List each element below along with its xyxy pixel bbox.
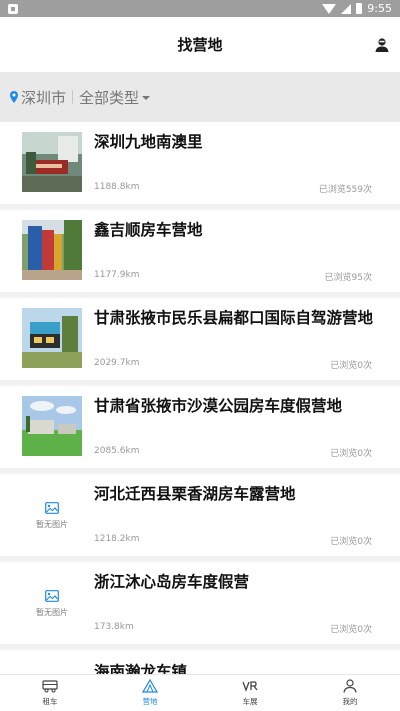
tab-camp[interactable]: 营地	[100, 675, 200, 711]
camp-card[interactable]: 鑫吉顺房车营地 1177.9km 已浏览95次	[0, 210, 400, 292]
tent-icon	[142, 679, 158, 693]
camp-distance: 2029.7km	[94, 358, 140, 368]
camp-thumbnail	[22, 308, 82, 368]
camp-view-count: 已浏览0次	[330, 625, 372, 635]
notification-icon	[8, 3, 18, 14]
image-placeholder-icon	[45, 590, 59, 602]
camp-view-count: 已浏览559次	[318, 185, 372, 195]
no-image-label: 暂无图片	[36, 520, 68, 529]
camp-name: 甘肃张掖市民乐县扁都口国际自驾游营地	[94, 309, 374, 327]
camp-thumbnail	[22, 396, 82, 456]
vr-icon	[242, 681, 258, 692]
type-dropdown[interactable]: 全部类型	[79, 87, 151, 108]
filter-bar: 深圳市 全部类型	[0, 72, 400, 122]
camp-card[interactable]: 海南瀚龙车镇	[0, 650, 400, 674]
camp-card[interactable]: 甘肃张掖市民乐县扁都口国际自驾游营地 2029.7km 已浏览0次	[0, 298, 400, 380]
camp-distance: 1188.8km	[94, 182, 140, 192]
no-image-placeholder: 暂无图片	[22, 580, 82, 628]
camp-view-count: 已浏览0次	[330, 449, 372, 459]
camp-name: 甘肃省张掖市沙漠公园房车度假营地	[94, 397, 343, 415]
tab-label: 车展	[242, 697, 258, 706]
person-icon	[343, 679, 357, 693]
tab-label: 营地	[142, 697, 158, 706]
wifi-icon	[322, 3, 337, 14]
tab-rv-show[interactable]: 车展	[200, 675, 300, 711]
camp-thumbnail	[22, 220, 82, 280]
type-dropdown-label: 全部类型	[79, 88, 140, 107]
tab-mine[interactable]: 我的	[300, 675, 400, 711]
tab-label: 我的	[342, 697, 358, 706]
camp-list[interactable]: 深圳九地南澳里 1188.8km 已浏览559次 鑫吉顺房车营地 1177.9k…	[0, 122, 400, 674]
image-placeholder-icon	[45, 502, 59, 514]
camp-view-count: 已浏览0次	[330, 361, 372, 371]
camp-view-count: 已浏览0次	[330, 537, 372, 547]
camp-card[interactable]: 暂无图片 河北迁西县栗香湖房车露营地 1218.2km 已浏览0次	[0, 474, 400, 556]
camp-distance: 2085.6km	[94, 446, 140, 456]
camp-view-count: 已浏览95次	[324, 273, 372, 283]
camp-distance: 1177.9km	[94, 270, 140, 280]
app-header: 找营地	[0, 17, 400, 72]
camp-name: 深圳九地南澳里	[94, 133, 203, 151]
page-title: 找营地	[177, 36, 223, 54]
user-profile-icon[interactable]	[374, 37, 390, 53]
camp-thumbnail	[22, 132, 82, 192]
status-bar: 9:55	[0, 0, 400, 17]
camp-distance: 1218.2km	[94, 534, 140, 544]
filter-divider	[72, 90, 74, 104]
tab-rental[interactable]: 租车	[0, 675, 100, 711]
no-image-label: 暂无图片	[36, 608, 68, 617]
signal-icon	[341, 3, 352, 14]
camp-name: 浙江沐心岛房车度假营	[94, 573, 250, 591]
camp-card[interactable]: 甘肃省张掖市沙漠公园房车度假营地 2085.6km 已浏览0次	[0, 386, 400, 468]
camp-distance: 173.8km	[94, 622, 134, 632]
camp-name: 河北迁西县栗香湖房车露营地	[94, 485, 296, 503]
tab-label: 租车	[42, 697, 58, 706]
city-selector[interactable]: 深圳市	[21, 87, 66, 108]
camp-name: 海南瀚龙车镇	[94, 663, 188, 674]
no-image-placeholder: 暂无图片	[22, 492, 82, 540]
status-time: 9:55	[367, 2, 392, 15]
camp-card[interactable]: 深圳九地南澳里 1188.8km 已浏览559次	[0, 122, 400, 204]
location-pin-icon	[10, 91, 18, 103]
battery-icon	[356, 3, 363, 14]
camp-card[interactable]: 暂无图片 浙江沐心岛房车度假营 173.8km 已浏览0次	[0, 562, 400, 644]
caret-down-icon	[142, 96, 151, 100]
bottom-tab-bar: 租车 营地 车展 我的	[0, 674, 400, 711]
camp-name: 鑫吉顺房车营地	[94, 221, 203, 239]
rv-icon	[42, 680, 58, 693]
